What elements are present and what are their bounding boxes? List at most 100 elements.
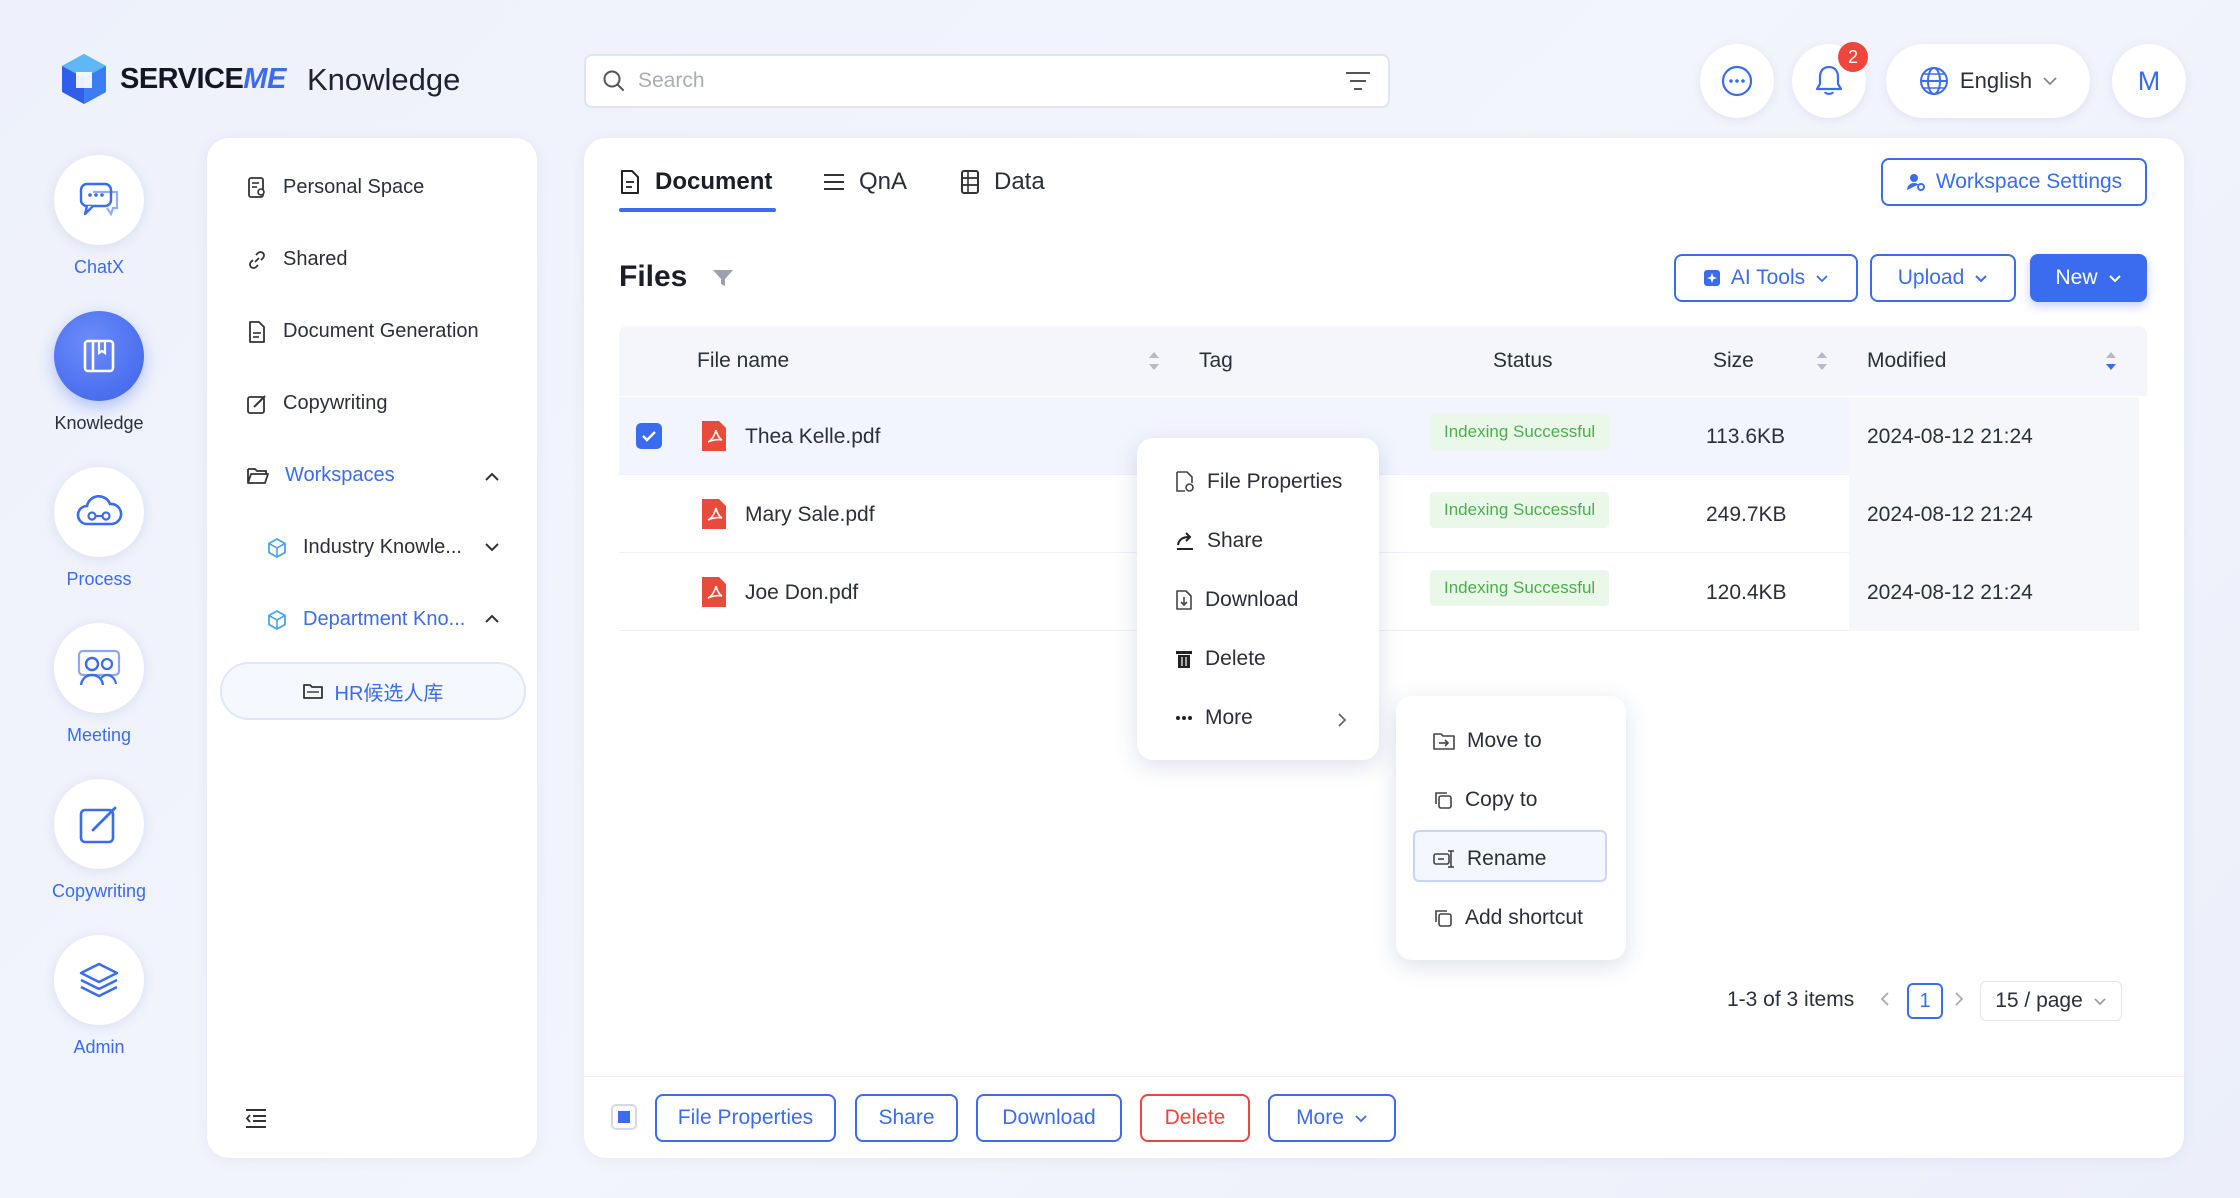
language-selector[interactable]: English <box>1886 44 2090 118</box>
cube-icon <box>268 537 286 558</box>
nav-item-copywriting[interactable]: Copywriting <box>247 392 387 415</box>
rail-item-copywriting[interactable]: Copywriting <box>51 779 147 902</box>
new-button[interactable]: New <box>2030 254 2147 302</box>
rail-item-admin[interactable]: Admin <box>54 935 144 1058</box>
filter-funnel-icon[interactable] <box>712 268 734 288</box>
rail-admin-circle[interactable] <box>54 935 144 1025</box>
cube-icon <box>268 609 286 630</box>
nav-item-department-knowledge[interactable]: Department Kno... <box>267 608 465 631</box>
row-checkbox-checked[interactable] <box>636 423 662 449</box>
edit-icon <box>247 394 266 414</box>
chevron-up-icon[interactable] <box>484 614 500 624</box>
tab-data[interactable]: Data <box>960 168 1045 196</box>
layers-icon <box>79 962 119 998</box>
rename-icon <box>1433 850 1454 868</box>
tab-active-indicator <box>619 208 776 212</box>
rail-process-circle[interactable] <box>54 467 144 557</box>
messages-button[interactable] <box>1700 44 1774 118</box>
pdf-file-icon <box>702 577 726 607</box>
filter-lines-icon[interactable] <box>1344 69 1372 93</box>
search-input[interactable] <box>638 69 1344 93</box>
column-header-file-name[interactable]: File name <box>697 349 789 373</box>
rail-knowledge-circle[interactable] <box>54 311 144 401</box>
folder-icon <box>302 684 323 699</box>
footer-more-button[interactable]: More <box>1268 1094 1396 1142</box>
chevron-up-icon[interactable] <box>484 472 500 482</box>
footer-share-button[interactable]: Share <box>855 1094 958 1142</box>
ai-tools-button[interactable]: AI Tools <box>1674 254 1858 302</box>
menu-item-add-shortcut[interactable]: Add shortcut <box>1433 906 1583 930</box>
chevron-left-icon[interactable] <box>1880 991 1890 1007</box>
file-name[interactable]: Joe Don.pdf <box>745 581 858 605</box>
rail-label: Meeting <box>66 725 132 745</box>
rail-item-process[interactable]: Process <box>54 467 144 590</box>
footer-divider <box>584 1076 2184 1077</box>
knowledge-nav-panel: Personal Space Shared Document Generatio… <box>207 138 537 1158</box>
footer-delete-button[interactable]: Delete <box>1140 1094 1250 1142</box>
sort-icon[interactable] <box>1148 350 1160 372</box>
file-properties-icon <box>1176 471 1194 492</box>
servicenme-logo-icon <box>62 54 106 104</box>
sort-descending-icon[interactable] <box>2105 350 2117 372</box>
nav-item-industry-knowledge[interactable]: Industry Knowle... <box>267 536 462 559</box>
search-icon <box>603 70 624 91</box>
chevron-down-icon[interactable] <box>484 542 500 552</box>
rail-label: Process <box>66 569 132 589</box>
menu-item-copy-to[interactable]: Copy to <box>1433 788 1537 812</box>
chevron-right-icon[interactable] <box>1954 991 1964 1007</box>
workspace-settings-button[interactable]: Workspace Settings <box>1881 158 2147 206</box>
file-modified: 2024-08-12 21:24 <box>1867 425 2033 448</box>
select-all-checkbox[interactable] <box>611 1104 637 1130</box>
menu-item-share[interactable]: Share <box>1175 529 1263 553</box>
nav-item-personal-space[interactable]: Personal Space <box>247 176 424 199</box>
column-header-size[interactable]: Size <box>1713 349 1754 373</box>
nav-item-workspaces[interactable]: Workspaces <box>247 464 395 487</box>
rail-meeting-circle[interactable] <box>54 623 144 713</box>
footer-file-properties-button[interactable]: File Properties <box>655 1094 836 1142</box>
file-size: 113.6KB <box>1706 425 1786 448</box>
menu-item-download[interactable]: Download <box>1175 588 1298 612</box>
rail-item-meeting[interactable]: Meeting <box>54 623 144 746</box>
search-bar[interactable] <box>584 54 1390 108</box>
rail-label: Copywriting <box>51 881 147 901</box>
pagination-summary: 1-3 of 3 items <box>1727 988 1855 1011</box>
upload-button[interactable]: Upload <box>1870 254 2016 302</box>
menu-item-move-to[interactable]: Move to <box>1433 729 1542 753</box>
chevron-right-icon <box>1338 713 1347 727</box>
user-avatar[interactable]: M <box>2112 44 2186 118</box>
column-header-tag: Tag <box>1199 349 1233 372</box>
tab-document[interactable]: Document <box>619 168 772 196</box>
language-label: English <box>1959 68 2033 93</box>
rail-item-knowledge[interactable]: Knowledge <box>54 311 144 434</box>
rail-item-chatx[interactable]: ChatX <box>54 155 144 278</box>
nav-item-shared[interactable]: Shared <box>247 248 348 271</box>
file-size: 249.7KB <box>1706 503 1787 526</box>
column-header-status: Status <box>1493 349 1553 372</box>
bell-icon <box>1815 65 1843 95</box>
brand-logo: SERVICEME <box>58 52 286 106</box>
collapse-menu-icon[interactable] <box>245 1108 267 1128</box>
files-title: Files <box>619 260 688 293</box>
ai-sparkle-icon <box>1703 270 1720 286</box>
menu-item-file-properties[interactable]: File Properties <box>1175 470 1342 494</box>
nav-item-hr-folder[interactable]: HR候选人库 <box>220 662 526 720</box>
rail-copywriting-circle[interactable] <box>54 779 144 869</box>
column-header-modified[interactable]: Modified <box>1867 349 1946 373</box>
nav-item-document-generation[interactable]: Document Generation <box>247 320 479 343</box>
rail-chatx-circle[interactable] <box>54 155 144 245</box>
footer-download-button[interactable]: Download <box>976 1094 1122 1142</box>
checkmark-icon <box>642 431 656 442</box>
menu-item-more[interactable]: More <box>1175 706 1253 730</box>
sort-icon[interactable] <box>1816 350 1828 372</box>
user-gear-icon <box>1906 174 1925 191</box>
file-name[interactable]: Thea Kelle.pdf <box>745 425 880 449</box>
menu-item-rename[interactable]: Rename <box>1433 847 1546 871</box>
chevron-down-icon <box>1816 274 1828 282</box>
pdf-file-icon <box>702 499 726 529</box>
file-name[interactable]: Mary Sale.pdf <box>745 503 875 527</box>
page-number-current[interactable]: 1 <box>1907 983 1943 1019</box>
chevron-down-icon <box>1355 1114 1367 1122</box>
tab-qna[interactable]: QnA <box>823 168 907 196</box>
page-size-select[interactable]: 15 / page <box>1980 981 2122 1021</box>
menu-item-delete[interactable]: Delete <box>1175 647 1266 671</box>
